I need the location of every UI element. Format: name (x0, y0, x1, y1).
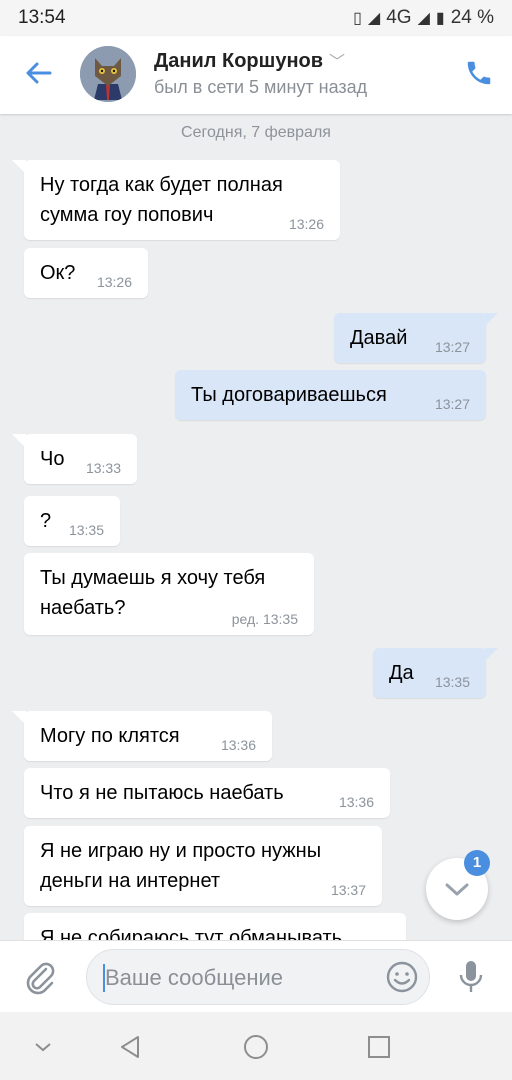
message-text: Давай (350, 327, 408, 349)
message-incoming[interactable]: Могу по клятся 13:36 (12, 711, 272, 761)
message-incoming[interactable]: Я не играю ну и просто нужны деньги на и… (24, 826, 382, 906)
nav-back-icon (121, 1036, 139, 1058)
status-time: 13:54 (18, 7, 66, 28)
nav-collapse-button[interactable] (28, 1032, 58, 1062)
message-text: Ты договариваешься (191, 384, 387, 406)
contact-name[interactable]: Данил Коршунов ﹀ (154, 48, 345, 73)
cat-avatar-icon (80, 46, 136, 102)
mic-icon (459, 961, 483, 992)
nav-home-button[interactable] (241, 1032, 271, 1062)
nav-home-icon (244, 1035, 268, 1059)
message-time: 13:36 (220, 737, 256, 753)
voice-button[interactable] (456, 959, 486, 995)
message-incoming[interactable]: ? 13:35 (24, 496, 120, 546)
message-text: ? (40, 510, 52, 532)
message-text: Да (389, 662, 414, 684)
bubble-tail (12, 711, 26, 725)
bubble-tail (12, 434, 26, 448)
message-time: 13:26 (96, 274, 132, 290)
message-outgoing[interactable]: Ты договариваешься 13:27 (175, 370, 486, 420)
message-list[interactable]: Сегодня, 7 февраля Ну тогда как будет по… (0, 114, 512, 940)
status-indicators: ▯ ◢ 4G ◢ ▮ 24 % (353, 7, 494, 29)
message-time: 13:33 (85, 460, 121, 476)
nav-recent-icon (368, 1036, 390, 1058)
message-text: Что я не пытаюсь наебать (40, 782, 284, 804)
message-text: Ну тогда как будет полная сумма гоу попо… (40, 174, 283, 226)
nav-collapse-icon (35, 1043, 51, 1052)
message-time: 13:27 (434, 396, 470, 412)
battery-level: 24 % (450, 7, 494, 28)
message-time: 13:27 (434, 339, 470, 355)
back-button[interactable] (22, 56, 56, 90)
status-bar: 13:54 ▯ ◢ 4G ◢ ▮ 24 % (0, 0, 512, 36)
signal-icon: ◢ (417, 10, 430, 27)
message-text: Чо (40, 448, 65, 470)
composer-bar (0, 940, 512, 1013)
unread-badge: 1 (464, 850, 490, 876)
phone-icon (467, 61, 491, 85)
nav-back-button[interactable] (116, 1032, 146, 1062)
bubble-tail (484, 313, 498, 327)
chevron-down-icon: ﹀ (329, 54, 346, 71)
system-nav-bar (0, 1012, 512, 1080)
network-type: 4G (386, 7, 412, 28)
call-button[interactable] (464, 58, 494, 88)
contact-name-text: Данил Коршунов (154, 50, 324, 72)
vibrate-icon: ▯ (353, 10, 362, 27)
message-outgoing[interactable]: Да 13:35 (373, 648, 498, 698)
battery-icon: ▮ (435, 10, 445, 27)
date-separator: Сегодня, 7 февраля (181, 124, 331, 141)
message-incoming[interactable]: Ок? 13:26 (24, 248, 148, 298)
message-incoming[interactable]: Ты думаешь я хочу тебя наебать? ред. 13:… (24, 553, 314, 635)
attach-icon (26, 962, 55, 995)
message-incoming[interactable]: Чо 13:33 (12, 434, 137, 484)
avatar[interactable] (80, 46, 136, 102)
back-arrow-icon (26, 62, 52, 84)
message-incoming[interactable]: Ну тогда как будет полная сумма гоу попо… (12, 160, 340, 240)
last-seen-status: был в сети 5 минут назад (154, 77, 368, 97)
message-time: 13:35 (434, 674, 470, 690)
chat-header: Данил Коршунов ﹀ был в сети 5 минут назад (0, 36, 512, 114)
message-text: Я не играю ну и просто нужны деньги на и… (40, 840, 322, 892)
message-time: 13:26 (288, 216, 324, 232)
bubble-tail (484, 648, 498, 662)
emoji-button[interactable] (385, 960, 419, 994)
message-input[interactable] (103, 960, 377, 996)
emoji-icon (386, 961, 418, 993)
message-outgoing[interactable]: Давай 13:27 (334, 313, 498, 363)
message-input-wrapper (86, 949, 430, 1005)
attach-button[interactable] (22, 959, 58, 995)
message-text: Могу по клятся (40, 725, 180, 747)
wifi-icon: ◢ (367, 10, 381, 27)
message-time: 13:36 (338, 794, 374, 810)
bubble-tail (12, 160, 26, 174)
message-time: ред. 13:35 (231, 611, 298, 627)
message-text: Ок? (40, 262, 76, 284)
message-time: 13:35 (68, 522, 104, 538)
nav-recent-button[interactable] (364, 1032, 394, 1062)
message-incoming[interactable]: Что я не пытаюсь наебать 13:36 (24, 768, 390, 818)
message-text: Я не собираюсь тут обманывать (40, 927, 343, 940)
message-time: 13:37 (330, 882, 366, 898)
message-incoming[interactable]: Я не собираюсь тут обманывать (24, 913, 406, 940)
